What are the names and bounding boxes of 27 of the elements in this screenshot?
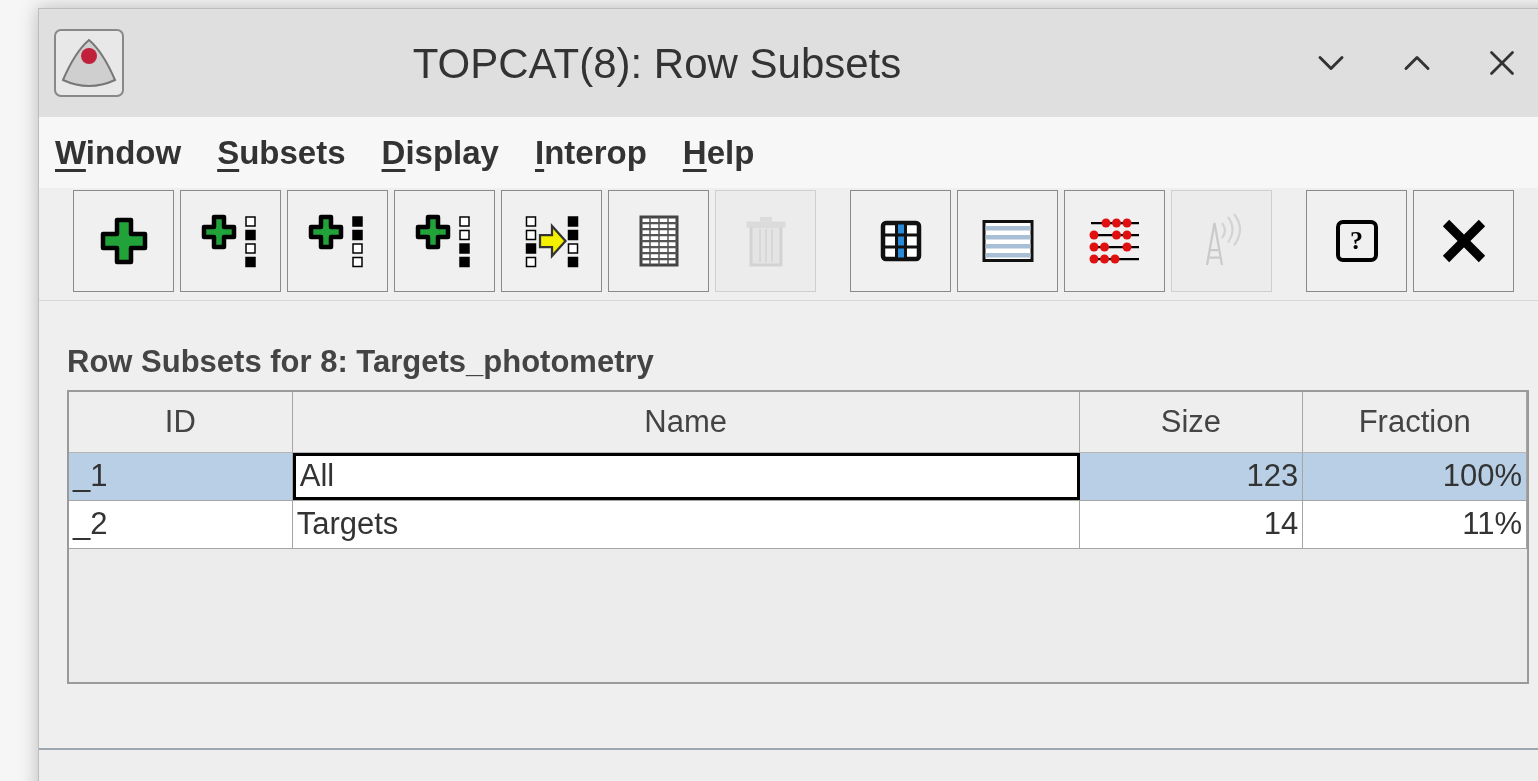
table-cell: _2	[69, 500, 293, 548]
toolbar-button[interactable]	[608, 190, 709, 293]
toolbar-button[interactable]	[287, 190, 388, 293]
table-cell: 123	[1079, 452, 1304, 500]
toolbar-button[interactable]	[957, 190, 1058, 293]
menu-item[interactable]: Help	[682, 128, 755, 178]
toolbar-button[interactable]	[501, 190, 602, 293]
toolbar-button[interactable]	[1413, 190, 1514, 293]
toolbar-button[interactable]	[850, 190, 951, 293]
window-title: TOPCAT(8): Row Subsets	[411, 38, 903, 89]
toolbar-button[interactable]	[73, 190, 174, 293]
name-input-field[interactable]: All	[292, 452, 1080, 500]
app-logo-icon	[53, 28, 125, 99]
toolbar-button[interactable]	[180, 190, 281, 293]
menu-item[interactable]: Window	[55, 128, 182, 178]
table-cell: Targets	[292, 500, 1080, 548]
toolbar-button[interactable]	[394, 190, 495, 293]
table-cell: 14	[1079, 500, 1304, 548]
panel-title: Row Subsets for 8: Targets_photometry	[67, 343, 655, 382]
table-cell: _1	[69, 452, 293, 500]
menu-item[interactable]: Subsets	[217, 128, 346, 178]
menu-item[interactable]: Interop	[534, 128, 647, 178]
help-button[interactable]: ?	[1306, 190, 1407, 293]
help-icon: ?	[1335, 220, 1378, 263]
table-cell: 100%	[1303, 452, 1527, 500]
menu-item[interactable]: Display	[381, 128, 499, 178]
table-cell: 11%	[1303, 500, 1527, 548]
